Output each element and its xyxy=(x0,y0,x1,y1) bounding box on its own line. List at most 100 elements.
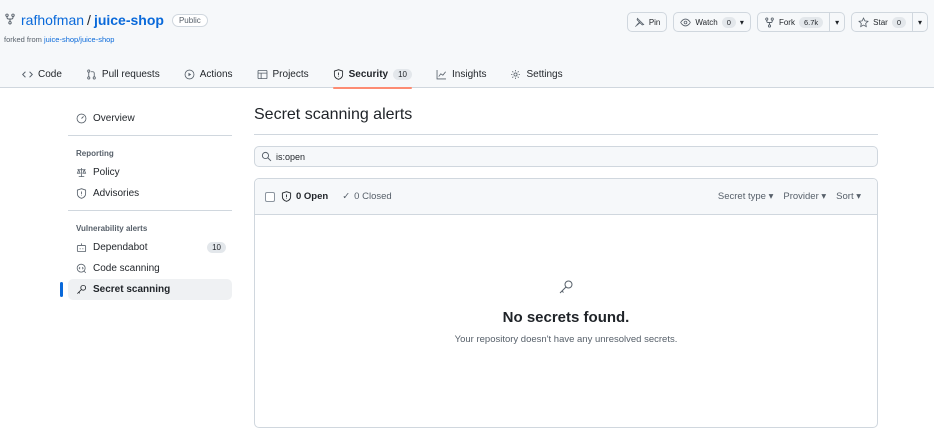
security-count: 10 xyxy=(393,68,413,80)
fork-button[interactable]: Fork 6.7k xyxy=(756,12,831,32)
empty-state: No secrets found. Your repository doesn'… xyxy=(255,279,877,345)
tab-code[interactable]: Code xyxy=(4,60,70,88)
empty-state-description: Your repository doesn't have any unresol… xyxy=(454,334,678,345)
alerts-panel-header: 0 Open ✓ 0 Closed Secret type ▾ Provider… xyxy=(255,179,877,215)
tab-security[interactable]: Security 10 xyxy=(317,60,420,89)
search-icon xyxy=(261,151,272,162)
repo-header: rafhofman / juice-shop Public forked fro… xyxy=(0,0,934,89)
star-button[interactable]: Star 0 xyxy=(851,12,913,32)
provider-filter[interactable]: Provider ▾ xyxy=(783,191,826,202)
eye-icon xyxy=(680,17,692,28)
sidebar-item-code-scanning[interactable]: Code scanning xyxy=(68,258,232,279)
fork-group: Fork 6.7k ▾ xyxy=(756,12,846,32)
sidebar-divider xyxy=(68,135,232,136)
shield-icon xyxy=(281,191,292,202)
title-divider xyxy=(254,134,878,135)
tab-actions[interactable]: Actions xyxy=(168,60,241,88)
chevron-down-icon: ▾ xyxy=(835,17,840,27)
pin-icon xyxy=(634,17,645,28)
star-dropdown-button[interactable]: ▾ xyxy=(912,12,928,32)
sidebar-item-label: Code scanning xyxy=(93,263,160,274)
star-count: 0 xyxy=(891,16,906,28)
open-count-label: 0 Open xyxy=(296,191,329,202)
visibility-badge: Public xyxy=(171,13,208,27)
sidebar-item-dependabot[interactable]: Dependabot 10 xyxy=(68,237,232,258)
dependabot-icon xyxy=(76,242,87,253)
pin-label: Pin xyxy=(648,17,661,27)
secret-type-filter[interactable]: Secret type ▾ xyxy=(718,191,773,202)
tab-label: Projects xyxy=(272,68,309,80)
tab-label: Settings xyxy=(526,68,563,80)
empty-state-title: No secrets found. xyxy=(502,309,630,326)
search-bar[interactable] xyxy=(254,146,878,167)
page-title: Secret scanning alerts xyxy=(254,106,413,123)
fork-icon xyxy=(764,17,775,28)
sidebar-item-overview[interactable]: Overview xyxy=(68,108,232,129)
forked-from-link[interactable]: juice-shop/juice-shop xyxy=(44,35,114,44)
gear-icon xyxy=(510,69,521,80)
sidebar-item-policy[interactable]: Policy xyxy=(68,162,232,183)
forked-prefix: forked from xyxy=(4,35,45,44)
main-content: Secret scanning alerts 0 Open ✓ 0 Closed… xyxy=(254,106,878,428)
repo-actions: Pin Watch 0 ▾ Fork 6.7k ▾ Star 0 ▾ xyxy=(626,12,928,32)
check-icon: ✓ xyxy=(342,191,351,202)
key-icon xyxy=(76,284,87,295)
closed-filter[interactable]: ✓ 0 Closed xyxy=(342,191,391,202)
fork-count: 6.7k xyxy=(798,16,824,28)
code-icon xyxy=(22,69,33,80)
tab-label: Insights xyxy=(452,68,487,80)
shield-icon xyxy=(333,68,344,80)
sidebar-item-label: Overview xyxy=(93,113,135,124)
tab-label: Pull requests xyxy=(101,68,160,80)
codescan-icon xyxy=(76,263,87,274)
search-input[interactable] xyxy=(276,151,856,162)
select-all-checkbox[interactable] xyxy=(265,191,275,202)
fork-dropdown-button[interactable]: ▾ xyxy=(830,12,846,32)
security-sidebar: Overview Reporting Policy Advisories Vul… xyxy=(60,108,232,300)
repo-title: rafhofman / juice-shop Public xyxy=(4,12,208,28)
closed-count-label: 0 Closed xyxy=(354,191,392,202)
watch-count: 0 xyxy=(721,16,736,28)
alerts-panel: 0 Open ✓ 0 Closed Secret type ▾ Provider… xyxy=(254,178,878,428)
sidebar-item-label: Secret scanning xyxy=(93,284,171,295)
tab-projects[interactable]: Projects xyxy=(241,60,317,88)
repo-separator: / xyxy=(87,12,91,28)
tab-label: Security xyxy=(348,68,389,80)
star-label: Star xyxy=(873,17,888,27)
repo-owner-link[interactable]: rafhofman xyxy=(21,12,84,28)
key-icon xyxy=(558,279,574,295)
sidebar-item-secret-scanning[interactable]: Secret scanning xyxy=(60,279,232,300)
tab-settings[interactable]: Settings xyxy=(494,60,570,88)
watch-button[interactable]: Watch 0 ▾ xyxy=(673,12,751,32)
dependabot-count: 10 xyxy=(207,242,226,253)
tab-pull-requests[interactable]: Pull requests xyxy=(70,60,168,88)
graph-icon xyxy=(436,69,447,80)
sort-filter[interactable]: Sort ▾ xyxy=(836,191,861,202)
meter-icon xyxy=(76,113,87,124)
table-icon xyxy=(257,69,268,80)
repo-name-link[interactable]: juice-shop xyxy=(94,12,164,28)
pull-request-icon xyxy=(86,69,97,80)
tab-insights[interactable]: Insights xyxy=(420,60,494,88)
repo-forked-icon xyxy=(4,13,18,27)
watch-label: Watch xyxy=(695,17,718,27)
star-icon xyxy=(858,16,870,28)
tab-label: Actions xyxy=(199,68,233,80)
sidebar-divider xyxy=(68,210,232,211)
sidebar-item-label: Dependabot xyxy=(93,242,148,253)
forked-from: forked from juice-shop/juice-shop xyxy=(4,35,114,44)
tab-label: Code xyxy=(38,68,62,80)
sidebar-item-advisories[interactable]: Advisories xyxy=(68,183,232,204)
open-filter[interactable]: 0 Open xyxy=(281,191,328,202)
law-icon xyxy=(76,167,87,178)
sidebar-item-label: Advisories xyxy=(93,188,140,199)
shield-icon xyxy=(76,188,87,199)
filter-menus: Secret type ▾ Provider ▾ Sort ▾ xyxy=(718,191,861,202)
sidebar-heading-reporting: Reporting xyxy=(76,148,114,158)
star-group: Star 0 ▾ xyxy=(851,12,928,32)
chevron-down-icon: ▾ xyxy=(739,17,744,27)
repo-tabs: Code Pull requests Actions Projects Secu… xyxy=(4,60,571,89)
pin-button[interactable]: Pin xyxy=(626,12,668,32)
sidebar-heading-vulnerability: Vulnerability alerts xyxy=(76,223,148,233)
fork-label: Fork xyxy=(778,17,795,27)
